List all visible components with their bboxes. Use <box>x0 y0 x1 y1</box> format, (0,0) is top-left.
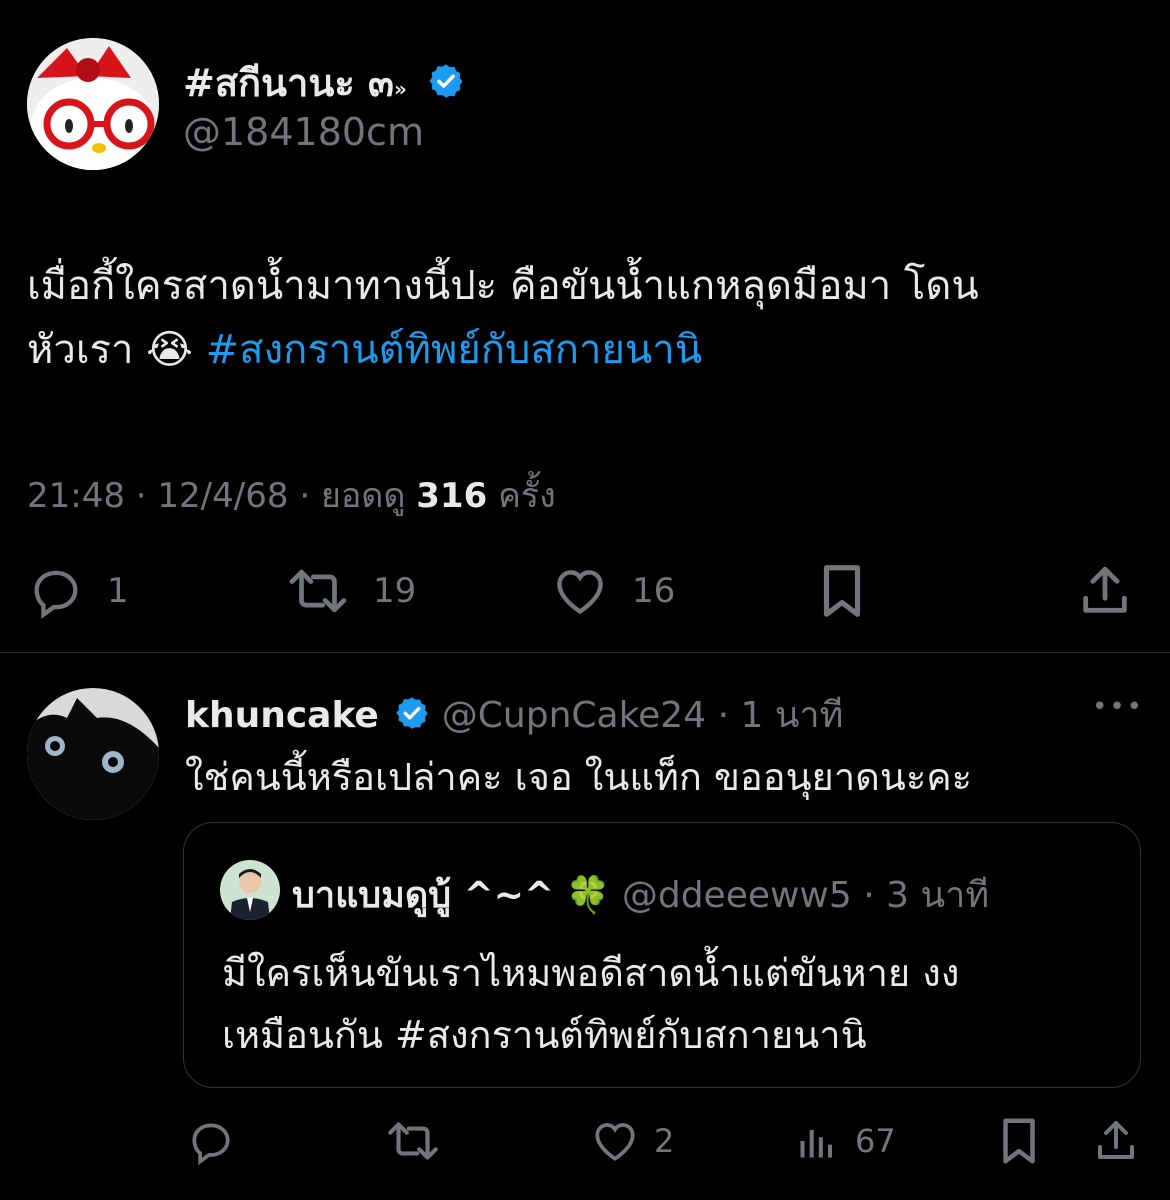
quoted-time: 3 นาที <box>886 875 990 916</box>
quoted-text-line2: เหมือนกัน <box>222 1013 383 1057</box>
reply-retweet-button[interactable] <box>384 1116 442 1170</box>
share-icon <box>1092 1121 1140 1170</box>
views-icon <box>795 1116 839 1166</box>
main-name-row: #สกีนานะ ๓» <box>183 52 465 113</box>
main-handle[interactable]: @184180cm <box>183 110 424 154</box>
like-icon <box>550 562 610 620</box>
reply-text: ใช่คนนี้หรือเปล่าคะ เจอ ในแท็ก ขออนุยาดน… <box>185 755 973 799</box>
verified-badge-icon <box>394 695 430 740</box>
main-name-suffix: » <box>393 77 407 101</box>
retweet-action[interactable]: 19 <box>285 562 416 620</box>
reply-views-action[interactable]: 67 <box>795 1116 896 1166</box>
reply-share-button[interactable] <box>1092 1116 1140 1170</box>
share-icon <box>1076 566 1134 624</box>
views-label: ยอดดู <box>320 476 406 516</box>
verified-badge-icon <box>427 62 465 109</box>
share-button[interactable] <box>1076 562 1134 624</box>
crying-emoji: 😭 <box>146 327 193 373</box>
reply-avatar[interactable] <box>27 688 159 820</box>
like-action[interactable]: 16 <box>550 562 675 620</box>
views-count: 316 <box>416 476 488 516</box>
main-date[interactable]: 12/4/68 <box>157 476 288 516</box>
reply-views-count: 67 <box>855 1122 896 1160</box>
reply-action[interactable]: 1 <box>27 562 129 620</box>
reply-time[interactable]: 1 นาที <box>740 695 843 736</box>
main-meta-row: 21:48 · 12/4/68 · ยอดดู 316 ครั้ง <box>27 476 556 516</box>
main-avatar[interactable] <box>27 38 159 170</box>
reply-count: 1 <box>107 571 129 611</box>
retweet-icon <box>384 1122 442 1170</box>
main-display-name[interactable]: #สกีนานะ ๓ <box>183 61 394 105</box>
views-unit: ครั้ง <box>498 476 556 516</box>
quoted-display-name: บาแบมดูบู้ ^~^ <box>292 875 555 916</box>
quoted-header: บาแบมดูบู้ ^~^ 🍀 @ddeeeww5 · 3 นาที <box>292 875 990 916</box>
main-hashtag-link[interactable]: #สงกรานต์ทิพย์กับสกายนานิ <box>206 327 702 373</box>
main-text-line1: เมื่อกี้ใครสาดน้ำมาทางนี้ปะ คือขันน้ำแกห… <box>27 263 979 309</box>
divider <box>0 652 1170 653</box>
clover-emoji: 🍀 <box>565 875 611 916</box>
quoted-avatar <box>220 860 280 920</box>
main-text-line2: หัวเรา <box>27 327 134 373</box>
reply-display-name[interactable]: khuncake <box>185 695 379 736</box>
quoted-text-line1: มีใครเห็นขันเราไหมพอดีสาดน้ำแต่ขันหาย งง <box>222 951 960 995</box>
reply-icon <box>27 562 85 620</box>
reply-header: khuncake @CupnCake24 · 1 นาที <box>185 686 843 743</box>
main-tweet-text: เมื่อกี้ใครสาดน้ำมาทางนี้ปะ คือขันน้ำแกห… <box>27 254 1147 382</box>
more-icon[interactable]: ••• <box>1092 692 1144 722</box>
quoted-hashtag[interactable]: #สงกรานต์ทิพย์กับสกายนานิ <box>395 1013 867 1057</box>
retweet-count: 19 <box>373 571 417 611</box>
reply-icon <box>186 1123 236 1170</box>
bookmark-button[interactable] <box>815 560 869 626</box>
main-time[interactable]: 21:48 <box>27 476 125 516</box>
retweet-icon <box>285 562 351 620</box>
reply-like-action[interactable]: 2 <box>590 1116 674 1166</box>
quoted-text: มีใครเห็นขันเราไหมพอดีสาดน้ำแต่ขันหาย งง… <box>222 942 1122 1066</box>
reply-like-count: 2 <box>654 1122 675 1160</box>
quoted-handle: @ddeeeww5 <box>621 875 852 916</box>
like-icon <box>590 1116 640 1166</box>
reply-handle[interactable]: @CupnCake24 <box>442 695 706 736</box>
like-count: 16 <box>632 571 676 611</box>
reply-reply-button[interactable] <box>186 1116 236 1170</box>
bookmark-icon <box>996 1118 1042 1172</box>
bookmark-icon <box>815 565 869 626</box>
reply-bookmark-button[interactable] <box>996 1114 1042 1172</box>
